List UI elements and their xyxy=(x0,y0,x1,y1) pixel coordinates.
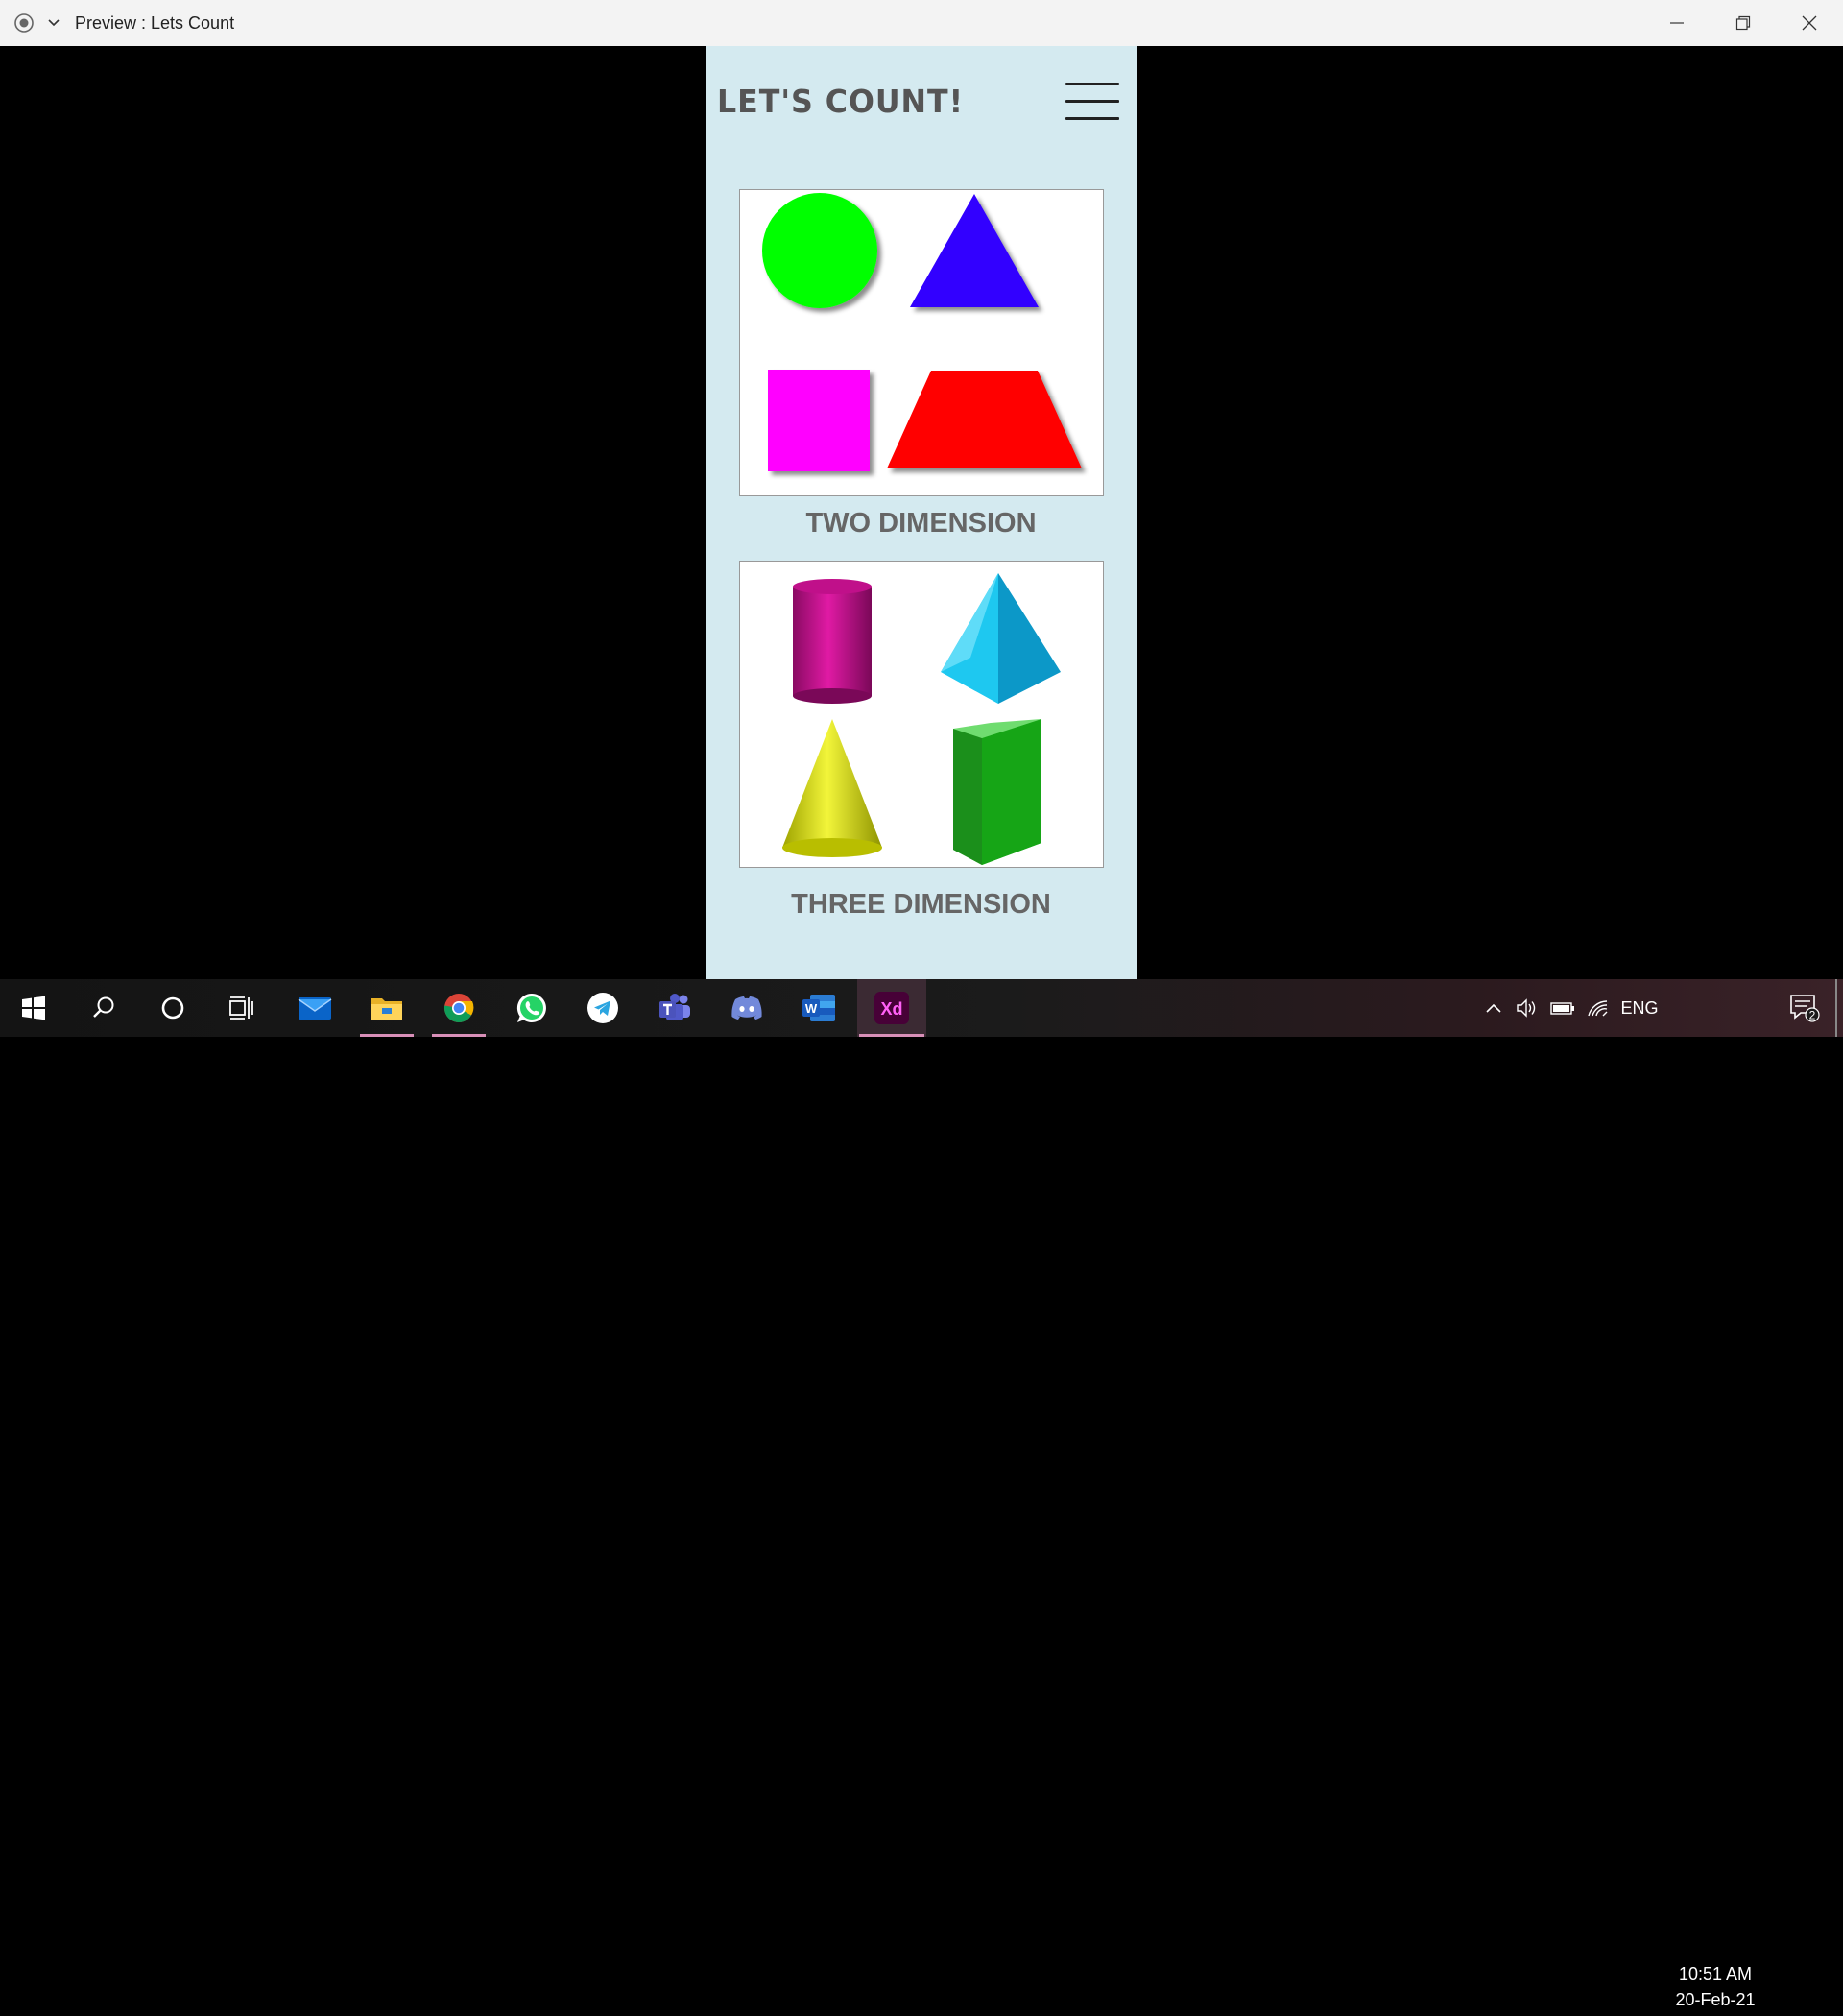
minimize-icon xyxy=(1669,22,1684,24)
restore-button[interactable] xyxy=(1710,0,1776,46)
show-desktop-button[interactable] xyxy=(1835,979,1837,1037)
triangle-shape[interactable] xyxy=(910,194,1039,307)
volume-icon[interactable] xyxy=(1512,979,1543,1037)
window-title: Preview : Lets Count xyxy=(75,13,235,33)
close-button[interactable] xyxy=(1776,0,1842,46)
word-letter: W xyxy=(805,1001,818,1016)
cylinder-shape[interactable] xyxy=(793,579,872,704)
square-shape[interactable] xyxy=(768,370,870,471)
cortana-icon[interactable] xyxy=(144,979,202,1037)
close-icon xyxy=(1802,15,1816,31)
two-dimension-card[interactable] xyxy=(739,189,1104,496)
triangular-prism-shape[interactable] xyxy=(953,719,1041,865)
circle-shape[interactable] xyxy=(762,193,877,308)
app-screen: LET'S COUNT! TWO DIMENSION THREE DIMENSI… xyxy=(706,46,1137,979)
search-icon[interactable] xyxy=(75,979,132,1037)
file-explorer-icon[interactable] xyxy=(358,979,416,1037)
preview-stage: LET'S COUNT! TWO DIMENSION THREE DIMENSI… xyxy=(0,46,1843,979)
three-dimension-card[interactable] xyxy=(739,561,1104,868)
telegram-icon[interactable] xyxy=(574,979,632,1037)
taskbar: W Xd ENG 10:51 AM 20-Feb-21 2 xyxy=(0,979,1843,2009)
teams-icon[interactable] xyxy=(646,979,704,1037)
three-dimension-label: THREE DIMENSION xyxy=(791,889,1051,920)
mail-icon[interactable] xyxy=(286,979,344,1037)
trapezoid-shape[interactable] xyxy=(887,371,1082,468)
clock[interactable]: 10:51 AM 20-Feb-21 xyxy=(1665,1958,1765,2016)
restore-icon xyxy=(1735,15,1750,31)
task-view-icon[interactable] xyxy=(213,979,271,1037)
adobe-xd-icon[interactable]: Xd xyxy=(857,979,926,1037)
minimize-button[interactable] xyxy=(1643,0,1710,46)
show-hidden-icons-chevron-icon[interactable] xyxy=(1478,979,1509,1037)
wifi-icon[interactable] xyxy=(1583,979,1614,1037)
app-title: LET'S COUNT! xyxy=(717,83,964,120)
chevron-down-icon[interactable] xyxy=(44,0,63,46)
two-dimension-shapes xyxy=(762,193,1082,471)
two-dimension-label: TWO DIMENSION xyxy=(805,508,1037,539)
start-icon[interactable] xyxy=(5,979,62,1037)
clock-date: 20-Feb-21 xyxy=(1675,1990,1756,2009)
word-icon[interactable]: W xyxy=(790,979,848,1037)
clock-time: 10:51 AM xyxy=(1678,1964,1753,1983)
chrome-icon[interactable] xyxy=(430,979,488,1037)
battery-icon[interactable] xyxy=(1547,979,1578,1037)
notifications-icon[interactable]: 2 xyxy=(1781,979,1829,1037)
window-title-bar: Preview : Lets Count xyxy=(0,0,1843,46)
discord-icon[interactable] xyxy=(718,979,776,1037)
cone-shape[interactable] xyxy=(782,719,882,857)
record-icon[interactable] xyxy=(12,0,36,46)
whatsapp-icon[interactable] xyxy=(503,979,561,1037)
language-indicator[interactable]: ENG xyxy=(1616,979,1663,1037)
notification-count: 2 xyxy=(1809,1009,1816,1022)
hamburger-menu-icon[interactable] xyxy=(1065,83,1121,123)
pyramid-shape[interactable] xyxy=(941,573,1061,704)
three-dimension-shapes xyxy=(782,573,1061,865)
xd-letters: Xd xyxy=(880,999,902,1019)
